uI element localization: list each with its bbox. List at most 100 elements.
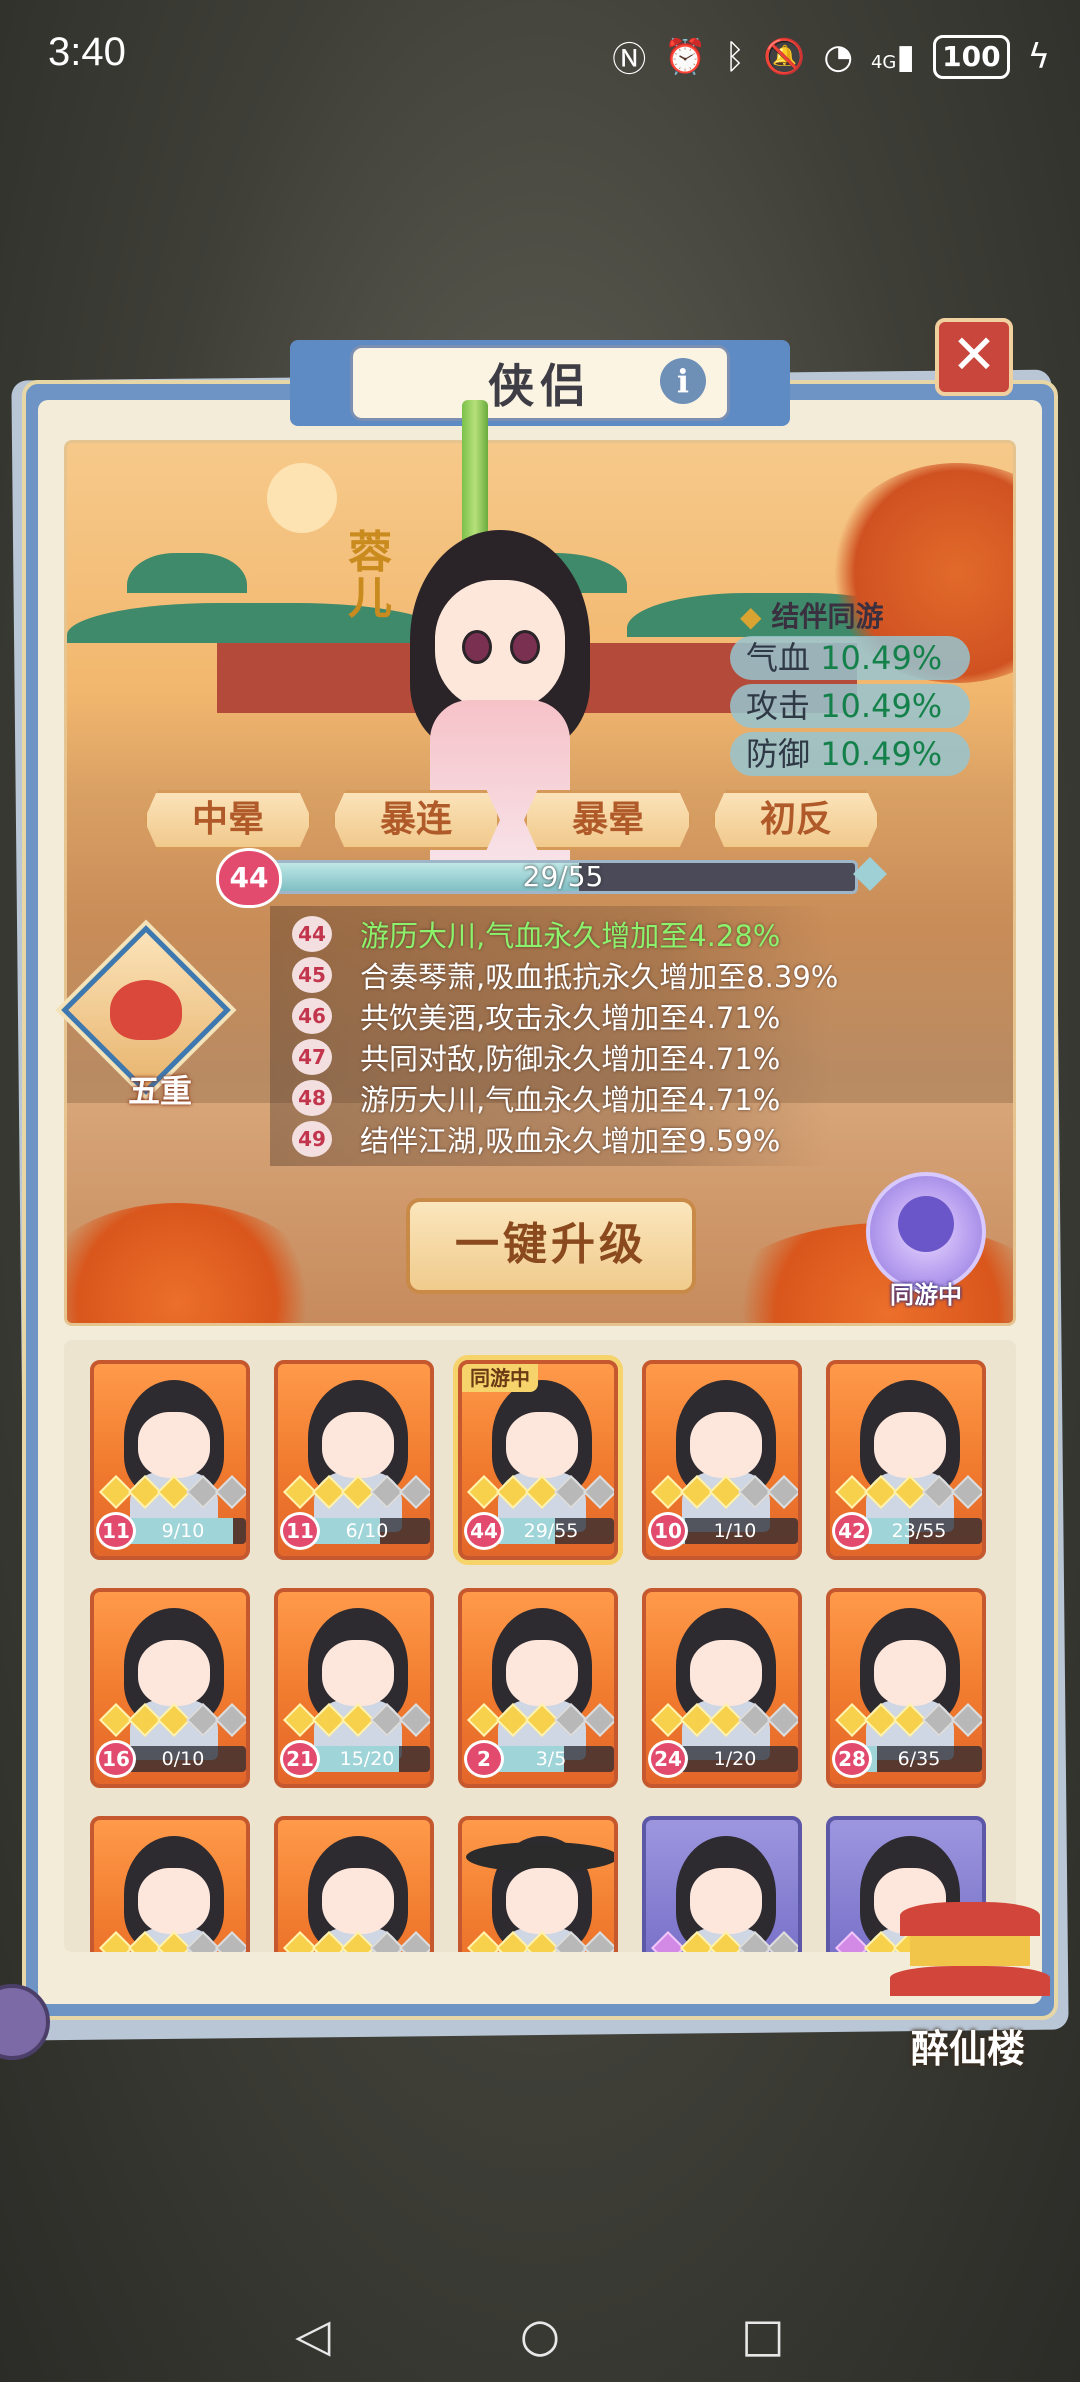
card-progress-text: 1/20 [713,1748,757,1770]
card-progress-text: 6/35 [897,1748,941,1770]
perk-level-badge: 47 [292,1039,332,1075]
perk-row: 44 游历大川,气血永久增加至4.28% [292,914,780,954]
portrait-face [874,1640,946,1706]
card-level-badge: 11 [280,1512,320,1550]
portrait-face [322,1412,394,1478]
card-progress-text: 29/55 [523,1520,579,1542]
navigation-bar: ◁ ○ □ [0,2290,1080,2382]
card-progress-text: 23/55 [891,1520,947,1542]
signal-4g-icon: 4G▮ [870,36,916,77]
partner-card[interactable] [642,1816,802,1952]
close-button[interactable]: ✕ [935,318,1013,396]
star-gem-icon [215,1703,246,1737]
perk-level-badge: 49 [292,1121,332,1157]
star-gem-icon [583,1931,614,1952]
partner-card[interactable]: 2 3/5 [458,1588,618,1788]
partner-card[interactable]: 11 9/10 [90,1360,250,1560]
mute-icon: 🔕 [762,36,806,77]
one-click-upgrade-button[interactable]: 一键升级 [406,1198,696,1294]
perk-row: 48 游历大川,气血永久增加至4.71% [292,1078,780,1118]
info-button[interactable]: i [660,358,706,404]
sun-decoration [267,463,337,533]
partner-card[interactable]: 10 1/10 [642,1360,802,1560]
perk-level-badge: 45 [292,957,332,993]
nfc-icon: Ⓝ [612,40,647,80]
card-level-badge: 11 [96,1512,136,1550]
perk-text: 结伴江湖,吸血永久增加至9.59% [360,1124,781,1158]
diamond-icon: ◆ [740,600,762,633]
pagoda-roof [127,553,247,593]
partner-card[interactable]: 24 1/20 [642,1588,802,1788]
star-gem-icon [583,1703,614,1737]
portrait-face [874,1412,946,1478]
buff-hp: 气血 10.49% [730,636,970,680]
partner-card[interactable] [90,1816,250,1952]
recents-button[interactable]: □ [728,2300,798,2370]
perk-text: 共饮美酒,攻击永久增加至4.71% [360,1001,781,1035]
skill-tag-2[interactable]: 暴连 [332,790,500,850]
card-level-badge: 2 [464,1740,504,1778]
perk-text: 共同对敌,防御永久增加至4.71% [360,1042,781,1076]
portrait-face [322,1640,394,1706]
travel-status-label: 同游中 [890,1281,962,1309]
star-gem-icon [767,1475,798,1509]
perk-text: 游历大川,气血永久增加至4.28% [360,919,781,953]
buff-defense: 防御 10.49% [730,732,970,776]
partner-card[interactable]: 11 6/10 [274,1360,434,1560]
skill-tag-1[interactable]: 中晕 [144,790,312,850]
portrait-face [506,1640,578,1706]
perk-row: 49 结伴江湖,吸血永久增加至9.59% [292,1119,780,1159]
card-level-badge: 10 [648,1512,688,1550]
partner-card[interactable]: 42 23/55 [826,1360,986,1560]
status-icons: Ⓝ ⏰ ᛒ 🔕 ◔ 4G▮ 100 ϟ [612,32,1050,81]
partner-card[interactable]: 44 29/55 同游中 [458,1360,618,1560]
skill-tag-3[interactable]: 暴晕 [524,790,692,850]
partner-card[interactable]: 28 6/35 [826,1588,986,1788]
drunken-immortal-tower-icon[interactable] [890,1892,1050,2012]
xp-progress-text: 29/55 [522,860,604,893]
clock: 3:40 [48,30,126,74]
star-gem-icon [767,1931,798,1952]
partner-card[interactable] [274,1816,434,1952]
star-gem-icon [951,1475,982,1509]
card-level-badge: 42 [832,1512,872,1550]
card-level-badge: 16 [96,1740,136,1778]
star-gem-icon [399,1703,430,1737]
perk-level-badge: 46 [292,998,332,1034]
perk-text: 合奏琴萧,吸血抵抗永久增加至8.39% [360,960,839,994]
back-button[interactable]: ◁ [278,2300,348,2370]
star-gem-icon [215,1931,246,1952]
card-progress-text: 1/10 [713,1520,757,1542]
bluetooth-icon: ᛒ [724,36,745,77]
card-travel-tag: 同游中 [462,1364,538,1392]
partner-card[interactable] [458,1816,618,1952]
partner-card[interactable]: 16 0/10 [90,1588,250,1788]
home-button[interactable]: ○ [505,2300,575,2370]
alarm-icon: ⏰ [664,36,707,77]
portrait-face [138,1868,210,1934]
partner-roster[interactable]: 11 9/10 11 6/10 44 29/55 同游中 10 1/10 42 23/55 16 0/1… [64,1340,1016,1952]
portrait-face [690,1640,762,1706]
tower-label[interactable]: 醉仙楼 [888,2018,1048,2073]
portrait-face [138,1412,210,1478]
star-gem-icon [583,1475,614,1509]
perk-level-badge: 44 [292,916,332,952]
star-gem-icon [767,1703,798,1737]
portrait-face [690,1412,762,1478]
wifi-icon: ◔ [823,36,853,77]
card-progress-text: 0/10 [161,1748,205,1770]
card-progress-text: 3/5 [535,1748,567,1770]
battery-indicator: 100 [933,34,1010,79]
partner-card[interactable]: 21 15/20 [274,1588,434,1788]
card-progress-text: 15/20 [339,1748,395,1770]
level-heart-badge: 44 [216,848,282,908]
couple-icon [898,1196,954,1252]
card-level-badge: 44 [464,1512,504,1550]
card-level-badge: 21 [280,1740,320,1778]
card-level-badge: 28 [832,1740,872,1778]
card-progress-text: 6/10 [345,1520,389,1542]
status-bar: 3:40 Ⓝ ⏰ ᛒ 🔕 ◔ 4G▮ 100 ϟ [0,0,1080,110]
portrait-face [506,1868,578,1934]
skill-tag-4[interactable]: 初反 [712,790,880,850]
star-gem-icon [399,1475,430,1509]
